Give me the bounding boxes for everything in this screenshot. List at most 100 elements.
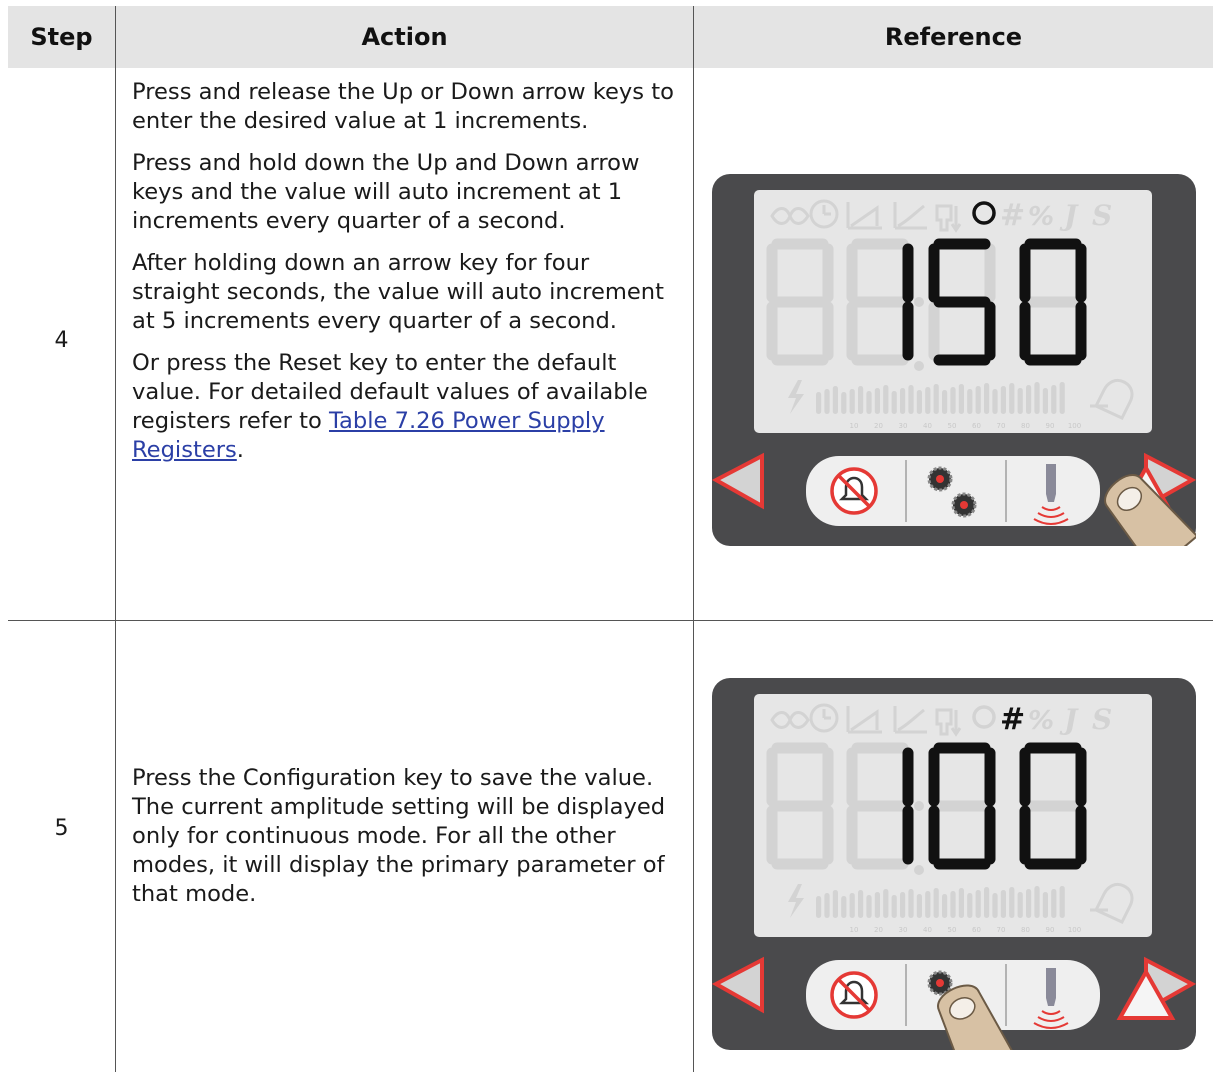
bar-segment <box>858 890 864 918</box>
bar-segment <box>883 385 889 414</box>
bar-segment <box>866 391 872 414</box>
bar-segment <box>992 389 998 414</box>
bar-segment <box>1034 886 1040 918</box>
bar-segment <box>958 384 964 414</box>
bar-segment <box>1017 388 1023 414</box>
scale-label: 20 <box>874 422 883 430</box>
decimal-dot <box>914 361 924 371</box>
gear-center <box>960 501 968 509</box>
bar-segment <box>1051 889 1057 918</box>
bar-segment <box>1000 386 1006 414</box>
trailing-period: . <box>236 437 244 463</box>
bar-segment <box>858 386 864 414</box>
scale-label: 100 <box>1068 926 1081 934</box>
bar-segment <box>925 891 931 918</box>
header-action: Action <box>361 23 448 51</box>
bar-segment <box>1026 889 1032 918</box>
scale-label: 40 <box>923 926 932 934</box>
column-divider <box>693 6 694 1072</box>
colon-dot <box>914 801 924 811</box>
horn-test-icon <box>1046 968 1056 1006</box>
scale-label: 70 <box>997 422 1006 430</box>
percent-icon: % <box>1028 706 1054 736</box>
bar-segment <box>1051 385 1057 414</box>
control-panel: #% J S 10 20 30 40 50 60 70 80 90 100 <box>711 678 1197 1072</box>
horn-test-icon <box>1046 464 1056 502</box>
bar-segment <box>933 384 939 414</box>
step-number: 5 <box>54 816 69 841</box>
bar-segment <box>832 890 838 918</box>
bar-segment <box>908 889 914 918</box>
bar-segment <box>1000 890 1006 918</box>
bar-segment <box>1042 388 1048 414</box>
bar-segment <box>984 887 990 918</box>
bar-segment <box>849 389 855 414</box>
bar-segment <box>1034 382 1040 414</box>
bar-segment <box>1059 886 1065 918</box>
bar-segment <box>824 389 830 414</box>
bar-segment <box>950 891 956 918</box>
header-step: Step <box>30 23 93 51</box>
action-paragraph: Press and hold down the Up and Down arro… <box>132 150 640 234</box>
scale-label: 30 <box>899 422 908 430</box>
bar-segment <box>967 893 973 918</box>
action-paragraph: Press the Configuration key to save the … <box>132 765 666 907</box>
bar-segment <box>942 390 948 414</box>
bar-segment <box>900 892 906 918</box>
bar-segment <box>1017 892 1023 918</box>
scale-label: 70 <box>997 926 1006 934</box>
bar-segment <box>1059 382 1065 414</box>
scale-label: 40 <box>923 422 932 430</box>
bar-segment <box>908 385 914 414</box>
action-cell: Press and release the Up or Down arrow k… <box>132 78 682 478</box>
step-number: 4 <box>54 328 69 353</box>
bar-segment <box>1026 385 1032 414</box>
bar-segment <box>832 386 838 414</box>
scale-label: 60 <box>972 926 981 934</box>
action-paragraph: Or press the Reset key to enter the defa… <box>132 349 682 465</box>
bar-segment <box>816 896 822 918</box>
scale-label: 50 <box>948 926 957 934</box>
bar-segment <box>841 896 847 918</box>
bar-segment <box>849 893 855 918</box>
column-divider <box>115 6 116 1072</box>
bar-segment <box>874 388 880 414</box>
percent-icon: % <box>1028 202 1054 232</box>
row-divider <box>8 620 1213 621</box>
bar-segment <box>891 391 897 414</box>
bar-segment <box>975 386 981 414</box>
scale-label: 90 <box>1046 422 1055 430</box>
action-cell: Press the Configuration key to save the … <box>132 764 682 922</box>
scale-label: 80 <box>1021 422 1030 430</box>
gear-center <box>936 979 944 987</box>
scale-label: 20 <box>874 926 883 934</box>
bar-segment <box>992 893 998 918</box>
scale-label: 10 <box>850 926 859 934</box>
gear-center <box>936 475 944 483</box>
colon-dot <box>914 297 924 307</box>
scale-label: 10 <box>850 422 859 430</box>
bar-segment <box>916 390 922 414</box>
bar-segment <box>975 890 981 918</box>
scale-label: 80 <box>1021 926 1030 934</box>
bar-segment <box>1009 887 1015 918</box>
bar-segment <box>984 383 990 414</box>
action-paragraph: Press and release the Up or Down arrow k… <box>132 79 674 134</box>
hash-icon: # <box>1000 702 1025 737</box>
scale-label: 50 <box>948 422 957 430</box>
bar-segment <box>933 888 939 918</box>
scale-label: 30 <box>899 926 908 934</box>
scale-label: 90 <box>1046 926 1055 934</box>
panel-illustration: #% J S10 20 30 40 50 60 70 80 90 100 <box>711 678 1197 1072</box>
bar-segment <box>824 893 830 918</box>
bar-segment <box>967 389 973 414</box>
action-paragraph: After holding down an arrow key for four… <box>132 250 664 334</box>
bar-segment <box>816 392 822 414</box>
bar-segment <box>942 894 948 918</box>
bar-segment <box>874 892 880 918</box>
seconds-icon: S <box>1092 199 1112 232</box>
header-reference: Reference <box>884 23 1023 51</box>
bar-segment <box>883 889 889 918</box>
bar-segment <box>950 387 956 414</box>
scale-label: 60 <box>972 422 981 430</box>
